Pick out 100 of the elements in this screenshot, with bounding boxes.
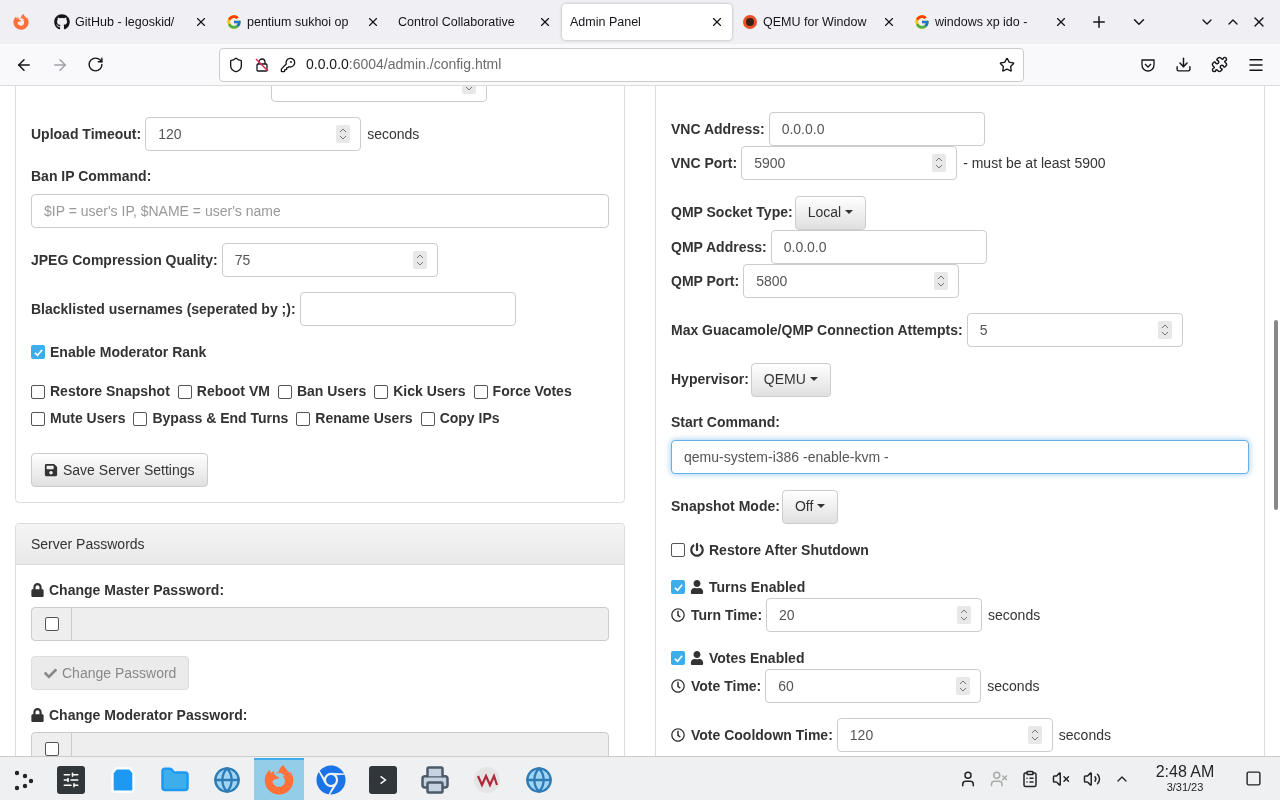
- google-icon: [914, 14, 930, 30]
- vm-icon[interactable]: [472, 764, 502, 795]
- spinner-icon[interactable]: [1157, 321, 1172, 339]
- address-bar[interactable]: 0.0.0.0:6004/admin./config.html: [219, 47, 1024, 82]
- settings-icon[interactable]: [57, 765, 85, 794]
- globe-icon[interactable]: [525, 765, 553, 794]
- field-label: Blacklisted usernames (seperated by ;):: [31, 299, 296, 319]
- number-field[interactable]: 5900: [741, 146, 958, 180]
- field-label: Ban IP Command:: [31, 166, 152, 186]
- close-icon[interactable]: [710, 15, 724, 29]
- tab-title: Admin Panel: [570, 14, 641, 29]
- reload-icon[interactable]: [87, 56, 104, 73]
- text-field[interactable]: [299, 292, 516, 326]
- download-icon[interactable]: [1175, 56, 1192, 73]
- number-field[interactable]: 20: [766, 598, 983, 632]
- number-field[interactable]: 75: [221, 243, 438, 277]
- browser-tab[interactable]: Admin Panel: [562, 4, 732, 40]
- panel-heading: Server Passwords: [31, 534, 145, 554]
- extensions-icon[interactable]: [1211, 56, 1228, 73]
- checkbox[interactable]: [177, 384, 192, 399]
- checkbox[interactable]: [31, 384, 45, 399]
- field-label: Change Master Password:: [49, 580, 225, 600]
- tab-title: windows xp ido -: [935, 14, 1028, 29]
- pocket-icon[interactable]: [1140, 56, 1156, 73]
- show-desktop-icon[interactable]: [1245, 770, 1262, 787]
- field-label: Bypass & End Turns: [152, 409, 289, 428]
- field-hint: - must be at least 5900: [963, 153, 1106, 173]
- checkbox[interactable]: [277, 384, 292, 399]
- checkbox[interactable]: [133, 411, 148, 426]
- spinner-icon[interactable]: [934, 272, 949, 290]
- field-label: Copy IPs: [439, 409, 500, 428]
- field-label: Snapshot Mode:: [671, 497, 780, 516]
- spinner-icon[interactable]: [956, 677, 971, 695]
- field-label: QMP Port:: [671, 271, 740, 291]
- number-field[interactable]: 60: [765, 669, 982, 703]
- text-field[interactable]: 0.0.0.0: [768, 112, 985, 146]
- terminal-icon[interactable]: [369, 765, 397, 794]
- close-icon[interactable]: [194, 15, 208, 29]
- globe-icon[interactable]: [213, 765, 241, 794]
- bookmark-star-icon[interactable]: [999, 56, 1015, 73]
- key-icon: [280, 56, 296, 73]
- number-field[interactable]: 5800: [743, 264, 960, 298]
- spinner-icon[interactable]: [412, 251, 427, 269]
- checkbox[interactable]: [420, 411, 435, 426]
- caret-icon: [809, 377, 818, 382]
- field-label: QMP Socket Type:: [671, 203, 793, 222]
- text-field[interactable]: 0.0.0.0: [770, 230, 987, 264]
- spinner-icon[interactable]: [1027, 726, 1042, 744]
- checkbox[interactable]: [671, 651, 685, 665]
- muted-speaker-icon[interactable]: [1052, 769, 1070, 788]
- checkbox[interactable]: [473, 384, 488, 399]
- volume-icon[interactable]: [1083, 769, 1101, 788]
- close-icon[interactable]: [538, 15, 552, 29]
- field-label: Upload Timeout:: [31, 124, 142, 144]
- number-field[interactable]: 120: [836, 718, 1053, 752]
- dropdown-button[interactable]: Off: [781, 489, 839, 524]
- user-icon: [690, 651, 704, 665]
- close-icon[interactable]: [1054, 15, 1068, 29]
- text-field[interactable]: qemu-system-i386 -enable-kvm -: [671, 440, 1249, 474]
- power-icon: [690, 543, 704, 557]
- save-button[interactable]: Save Server Settings: [31, 453, 208, 487]
- checkbox[interactable]: [671, 543, 685, 557]
- close-icon[interactable]: [366, 15, 380, 29]
- user-icon[interactable]: [959, 769, 977, 788]
- field-label: Turns Enabled: [709, 577, 806, 597]
- checkbox[interactable]: [31, 411, 45, 426]
- spinner-icon[interactable]: [932, 154, 947, 172]
- clipboard-icon[interactable]: [1021, 769, 1039, 788]
- dropdown-button[interactable]: Local: [794, 195, 867, 230]
- printer-icon[interactable]: [420, 764, 450, 795]
- browser-tab[interactable]: GitHub - legoskid/: [46, 4, 216, 40]
- new-tab-icon[interactable]: [1090, 13, 1108, 31]
- clock[interactable]: 2:48 AM 3/31/23: [1150, 764, 1220, 793]
- bag-icon[interactable]: [109, 765, 137, 794]
- checkbox[interactable]: [671, 580, 685, 594]
- number-field[interactable]: 5: [966, 313, 1183, 347]
- spinner-icon[interactable]: [957, 606, 972, 624]
- browser-tab[interactable]: pentium sukhoi op: [218, 4, 388, 40]
- clock-icon: [671, 608, 685, 622]
- tab-title: pentium sukhoi op: [247, 14, 349, 29]
- dropdown-button[interactable]: QEMU: [750, 362, 831, 397]
- field-label: QMP Address:: [671, 237, 767, 257]
- field-label: Hypervisor:: [671, 370, 749, 389]
- scrollbar-thumb[interactable]: [1274, 320, 1278, 510]
- tab-title: Control Collaborative: [398, 14, 515, 29]
- spinner-icon[interactable]: [336, 125, 351, 143]
- chrome-icon[interactable]: [316, 764, 346, 795]
- browser-tab[interactable]: QEMU for Window: [734, 4, 904, 40]
- checkbox[interactable]: [31, 345, 45, 359]
- field-label: Force Votes: [492, 382, 572, 401]
- field-label: VNC Port:: [671, 153, 738, 173]
- close-icon[interactable]: [882, 15, 896, 29]
- clock-icon: [671, 728, 685, 742]
- browser-tab[interactable]: Control Collaborative: [390, 4, 560, 40]
- lock-icon: [31, 583, 44, 597]
- checkbox[interactable]: [374, 384, 389, 399]
- field-label: VNC Address:: [671, 119, 765, 139]
- browser-tab[interactable]: windows xp ido -: [906, 4, 1076, 40]
- checkbox[interactable]: [296, 411, 311, 426]
- number-field[interactable]: 120: [145, 117, 362, 151]
